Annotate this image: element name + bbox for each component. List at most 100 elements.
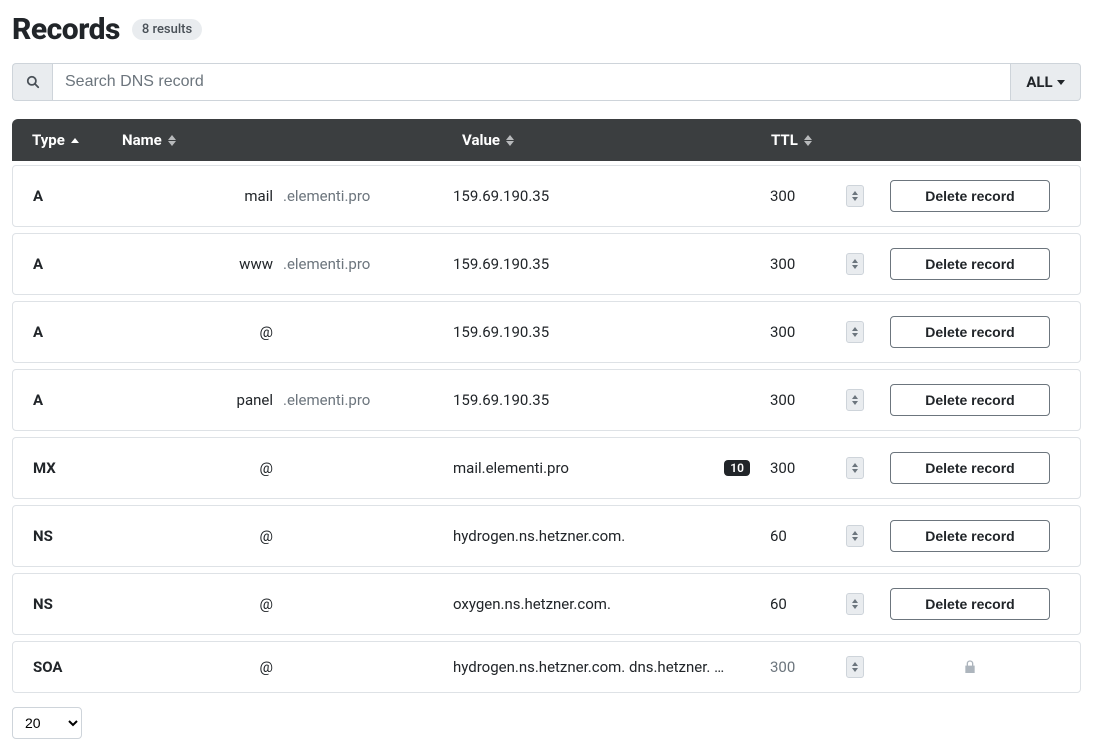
ttl-stepper[interactable] xyxy=(846,389,864,411)
ttl-stepper-cell xyxy=(830,253,880,275)
table-row: NS@oxygen.ns.hetzner.com.60Delete record xyxy=(12,573,1081,635)
record-value: 159.69.190.35 xyxy=(453,255,549,273)
record-name: www xyxy=(239,255,273,273)
lock-icon xyxy=(962,658,978,676)
record-name-cell: mail xyxy=(123,187,283,205)
record-action-cell: Delete record xyxy=(880,384,1060,416)
record-action-cell: Delete record xyxy=(880,180,1060,212)
record-type: SOA xyxy=(33,658,123,676)
chevron-down-icon xyxy=(852,469,858,473)
chevron-up-icon xyxy=(852,531,858,535)
table-header: Type Name Value TTL xyxy=(12,119,1081,161)
record-type: A xyxy=(33,187,123,205)
column-type-label: Type xyxy=(32,131,65,149)
record-name: panel xyxy=(237,391,273,409)
chevron-down-icon xyxy=(852,401,858,405)
table-row: Apanel .elementi.pro159.69.190.35300 Delet… xyxy=(12,369,1081,431)
record-value-cell: hydrogen.ns.hetzner.com. dns.hetzner. … xyxy=(453,658,770,676)
delete-record-button[interactable]: Delete record xyxy=(890,588,1050,620)
column-name[interactable]: Name xyxy=(122,131,282,149)
record-ttl: 300 xyxy=(770,187,830,205)
record-ttl: 60 xyxy=(770,527,830,545)
ttl-stepper[interactable] xyxy=(846,593,864,615)
record-name: @ xyxy=(260,595,273,613)
sort-icon xyxy=(506,135,514,146)
record-name-cell: panel xyxy=(123,391,283,409)
table-row: MX@ mail.elementi.pro 10 300 Delete record xyxy=(12,437,1081,499)
ttl-stepper-cell xyxy=(830,525,880,547)
chevron-down-icon xyxy=(852,537,858,541)
delete-record-button[interactable]: Delete record xyxy=(890,384,1050,416)
record-action-cell: Delete record xyxy=(880,248,1060,280)
record-domain-suffix: .elementi.pro xyxy=(283,187,453,205)
column-name-label: Name xyxy=(122,131,162,149)
ttl-stepper-cell xyxy=(830,593,880,615)
record-ttl: 300 xyxy=(770,391,830,409)
priority-badge: 10 xyxy=(724,460,750,476)
record-value: hydrogen.ns.hetzner.com. dns.hetzner. … xyxy=(453,658,724,676)
ttl-stepper[interactable] xyxy=(846,457,864,479)
page-title: Records xyxy=(12,12,120,47)
page-size-select[interactable]: 20 xyxy=(12,707,82,739)
record-ttl: 60 xyxy=(770,595,830,613)
chevron-down-icon xyxy=(852,333,858,337)
ttl-stepper[interactable] xyxy=(846,321,864,343)
record-name-cell: @ xyxy=(123,459,283,477)
column-value[interactable]: Value xyxy=(282,131,771,149)
record-value: 159.69.190.35 xyxy=(453,187,549,205)
column-ttl-label: TTL xyxy=(771,131,798,149)
column-type[interactable]: Type xyxy=(32,131,122,149)
delete-record-button[interactable]: Delete record xyxy=(890,248,1050,280)
record-name-cell: www xyxy=(123,255,283,273)
record-value: 159.69.190.35 xyxy=(453,323,549,341)
search-input[interactable] xyxy=(52,63,1011,101)
delete-record-button[interactable]: Delete record xyxy=(890,316,1050,348)
delete-record-button[interactable]: Delete record xyxy=(890,520,1050,552)
record-ttl: 300 xyxy=(770,459,830,477)
ttl-stepper[interactable] xyxy=(846,525,864,547)
record-value: oxygen.ns.hetzner.com. xyxy=(453,595,611,613)
record-action-cell: Delete record xyxy=(880,452,1060,484)
delete-record-button[interactable]: Delete record xyxy=(890,180,1050,212)
sort-icon xyxy=(168,135,176,146)
type-filter-label: ALL xyxy=(1026,73,1052,91)
ttl-stepper-cell xyxy=(830,656,880,678)
ttl-stepper xyxy=(846,656,864,678)
column-value-label: Value xyxy=(462,131,500,149)
ttl-stepper-cell xyxy=(830,321,880,343)
chevron-down-icon xyxy=(852,265,858,269)
ttl-stepper[interactable] xyxy=(846,185,864,207)
record-name-cell: @ xyxy=(123,323,283,341)
record-value-cell: 159.69.190.35 xyxy=(453,391,770,409)
record-name-cell: @ xyxy=(123,658,283,676)
column-ttl[interactable]: TTL xyxy=(771,131,881,149)
record-name: @ xyxy=(260,323,273,341)
chevron-up-icon xyxy=(852,662,858,666)
chevron-up-icon xyxy=(852,259,858,263)
record-value-cell: oxygen.ns.hetzner.com. xyxy=(453,595,770,613)
table-row: A@159.69.190.35300Delete record xyxy=(12,301,1081,363)
record-value: mail.elementi.pro xyxy=(453,459,569,477)
record-action-cell: Delete record xyxy=(880,588,1060,620)
ttl-stepper[interactable] xyxy=(846,253,864,275)
chevron-down-icon xyxy=(852,197,858,201)
delete-record-button[interactable]: Delete record xyxy=(890,452,1050,484)
chevron-down-icon xyxy=(852,605,858,609)
record-ttl: 300 xyxy=(770,255,830,273)
page-size: 20 xyxy=(12,707,1081,739)
table-row: Awww.elementi.pro159.69.190.35300Delete … xyxy=(12,233,1081,295)
record-name: @ xyxy=(260,527,273,545)
sort-asc-icon xyxy=(71,138,79,143)
type-filter-button[interactable]: ALL xyxy=(1011,63,1081,101)
search-bar: ALL xyxy=(12,63,1081,101)
record-type: A xyxy=(33,391,123,409)
chevron-down-icon xyxy=(1057,80,1065,85)
record-value-cell: 159.69.190.35 xyxy=(453,323,770,341)
record-type: MX xyxy=(33,459,123,477)
record-value: hydrogen.ns.hetzner.com. xyxy=(453,527,625,545)
results-badge: 8 results xyxy=(132,19,202,40)
record-domain-suffix: .elementi.pro xyxy=(283,391,453,409)
record-type: A xyxy=(33,323,123,341)
chevron-up-icon xyxy=(852,191,858,195)
chevron-up-icon xyxy=(852,463,858,467)
